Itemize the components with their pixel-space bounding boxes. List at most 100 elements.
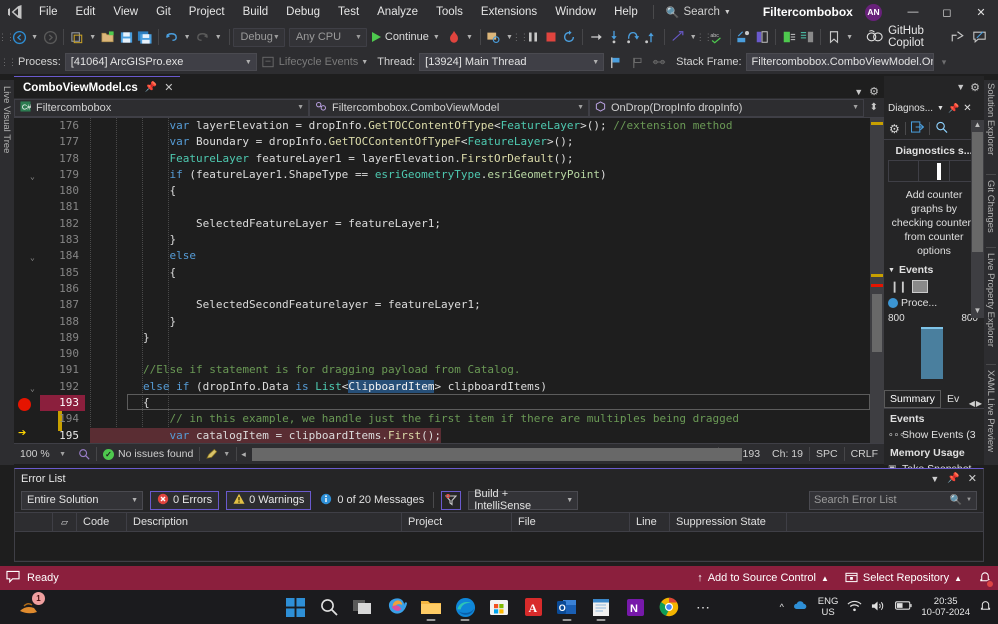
menu-help[interactable]: Help bbox=[605, 0, 647, 24]
code-line[interactable]: var Boundary = dropInfo.GetTOCContentOfT… bbox=[90, 134, 884, 150]
save-all-icon[interactable] bbox=[135, 26, 153, 48]
chevron-down-icon[interactable]: ▼ bbox=[937, 105, 944, 112]
step-over-icon[interactable] bbox=[623, 26, 641, 48]
solution-platform-combo[interactable]: Any CPU ▼ bbox=[289, 28, 367, 47]
navigate-forward-icon[interactable] bbox=[41, 26, 59, 48]
add-to-source-control-button[interactable]: ↑ Add to Source Control ▲ bbox=[697, 572, 829, 584]
column-code[interactable]: Code bbox=[77, 512, 127, 532]
tab-events[interactable]: Ev bbox=[941, 390, 965, 408]
arcgis-pro-icon[interactable]: 1 bbox=[14, 592, 44, 622]
comment-icon[interactable] bbox=[780, 26, 798, 48]
uncomment-icon[interactable] bbox=[798, 26, 816, 48]
column-suppression-state[interactable]: Suppression State bbox=[670, 512, 787, 532]
menu-tools[interactable]: Tools bbox=[427, 0, 472, 24]
xaml-icon[interactable] bbox=[753, 26, 771, 48]
column-project[interactable]: Project bbox=[402, 512, 512, 532]
scrollbar-thumb[interactable] bbox=[872, 294, 882, 352]
rail-item-live-property-explorer[interactable]: Live Property Explorer bbox=[984, 250, 997, 362]
messages-filter-button[interactable]: 0 of 20 Messages bbox=[318, 493, 426, 508]
stop-debugging-icon[interactable] bbox=[542, 26, 560, 48]
battery-icon[interactable] bbox=[895, 600, 912, 614]
build-source-combo[interactable]: Build + IntelliSense ▼ bbox=[468, 491, 578, 510]
lifecycle-dropdown[interactable]: ▼ bbox=[358, 59, 371, 66]
flag-icon[interactable] bbox=[604, 51, 626, 73]
new-project-dropdown[interactable]: ▼ bbox=[86, 34, 99, 41]
code-line[interactable] bbox=[90, 199, 884, 215]
restart-icon[interactable] bbox=[560, 26, 578, 48]
save-icon[interactable] bbox=[117, 26, 135, 48]
start-icon[interactable] bbox=[280, 592, 310, 622]
errors-filter-button[interactable]: 0 Errors bbox=[150, 491, 219, 510]
onedrive-icon[interactable] bbox=[793, 600, 809, 614]
solution-configuration-combo[interactable]: Debug ▼ bbox=[233, 28, 284, 47]
clock[interactable]: 20:35 10-07-2024 bbox=[921, 596, 970, 618]
menu-git[interactable]: Git bbox=[147, 0, 180, 24]
open-file-icon[interactable] bbox=[99, 26, 117, 48]
diagnostics-tab-label[interactable]: Diagnos... bbox=[888, 103, 933, 114]
edge-icon[interactable] bbox=[450, 592, 480, 622]
thread-combo[interactable]: [13924] Main Thread ▼ bbox=[419, 53, 604, 71]
events-section-header[interactable]: ▼ Events bbox=[884, 260, 984, 278]
split-view-icon[interactable]: ⬍ bbox=[870, 102, 884, 113]
undo-dropdown[interactable]: ▼ bbox=[181, 34, 194, 41]
column-blank[interactable] bbox=[15, 512, 53, 532]
github-copilot-button[interactable]: GitHub Copilot bbox=[866, 25, 946, 49]
pin-icon[interactable]: 📌 bbox=[947, 473, 959, 484]
column-line[interactable]: Line bbox=[630, 512, 670, 532]
menu-build[interactable]: Build bbox=[234, 0, 278, 24]
code-line[interactable]: if (featureLayer1.ShapeType == esriGeome… bbox=[90, 167, 884, 183]
code-line[interactable]: { bbox=[90, 183, 884, 199]
line-ending-mode[interactable]: CRLF bbox=[845, 448, 884, 460]
code-line[interactable]: { bbox=[90, 265, 884, 281]
scroll-down-arrow[interactable]: ▼ bbox=[971, 306, 984, 318]
more-icon[interactable]: ⋯ bbox=[688, 592, 718, 622]
rail-item-git-changes[interactable]: Git Changes bbox=[984, 177, 997, 245]
code-editor[interactable]: ➔ ⌄⌄⌄ 1761771781791801811821831841851861… bbox=[14, 118, 884, 443]
search-error-list-input[interactable]: Search Error List 🔍 ▼ bbox=[809, 491, 977, 510]
step-out-icon[interactable] bbox=[642, 26, 660, 48]
chevron-up-icon[interactable]: ^ bbox=[780, 602, 784, 612]
document-tab-comboviewmodel[interactable]: ComboViewModel.cs 📌 ✕ bbox=[14, 76, 180, 98]
bookmark-dropdown[interactable]: ▼ bbox=[843, 34, 856, 41]
scroll-up-arrow[interactable]: ▲ bbox=[971, 120, 984, 132]
gear-icon[interactable]: ⚙ bbox=[869, 85, 879, 98]
share-icon[interactable] bbox=[946, 26, 968, 48]
export-icon[interactable] bbox=[911, 121, 924, 136]
close-icon[interactable]: ✕ bbox=[968, 472, 977, 485]
process-combo[interactable]: [41064] ArcGISPro.exe ▼ bbox=[65, 53, 257, 71]
minimize-icon[interactable]: — bbox=[896, 0, 930, 24]
new-project-icon[interactable] bbox=[68, 26, 86, 48]
thread-marker-icon[interactable] bbox=[648, 51, 670, 73]
code-line[interactable]: } bbox=[90, 314, 884, 330]
breakpoint-icon[interactable] bbox=[18, 398, 31, 411]
scrollbar-thumb[interactable] bbox=[972, 132, 983, 252]
nav-type-combo[interactable]: Filtercombobox.ComboViewModel ▼ bbox=[309, 99, 589, 117]
onenote-icon[interactable]: N bbox=[620, 592, 650, 622]
scrollbar-thumb[interactable] bbox=[252, 448, 742, 461]
stop-icon[interactable] bbox=[912, 280, 928, 293]
code-line[interactable]: var catalogItem = clipboardItems.First()… bbox=[90, 428, 441, 443]
pause-icon[interactable]: ❙❙ bbox=[890, 280, 906, 293]
stack-frame-combo[interactable]: Filtercombobox.ComboViewModel.OnDro ▼ bbox=[746, 53, 934, 71]
pin-icon[interactable]: 📌 bbox=[145, 82, 157, 93]
back-history-dropdown[interactable]: ▼ bbox=[28, 34, 41, 41]
error-list-rows[interactable] bbox=[15, 532, 983, 560]
toolbar-grip[interactable]: ⋮⋮ bbox=[4, 54, 12, 70]
break-all-icon[interactable] bbox=[524, 26, 542, 48]
rail-item-xaml-live-preview[interactable]: XAML Live Preview bbox=[984, 367, 997, 463]
toolbar-overflow[interactable]: ▾ bbox=[940, 54, 948, 70]
scope-combo[interactable]: Entire Solution ▼ bbox=[21, 491, 143, 510]
code-line[interactable]: FeatureLayer featureLayer1 = layerElevat… bbox=[90, 151, 884, 167]
menu-window[interactable]: Window bbox=[546, 0, 605, 24]
warnings-filter-button[interactable]: 0 Warnings bbox=[226, 491, 311, 510]
copilot-icon[interactable] bbox=[382, 592, 412, 622]
window-options-chevron-icon[interactable]: ▼ bbox=[956, 82, 965, 92]
continue-button[interactable]: Continue ▼ bbox=[367, 26, 445, 48]
show-next-statement-icon[interactable] bbox=[587, 26, 605, 48]
code-line[interactable]: // in this example, we handle just the f… bbox=[90, 411, 884, 427]
restore-icon[interactable]: ◻ bbox=[930, 0, 964, 24]
column-description[interactable]: Description bbox=[127, 512, 402, 532]
menu-analyze[interactable]: Analyze bbox=[368, 0, 427, 24]
microsoft-store-icon[interactable] bbox=[484, 592, 514, 622]
code-line[interactable]: else bbox=[90, 248, 884, 264]
